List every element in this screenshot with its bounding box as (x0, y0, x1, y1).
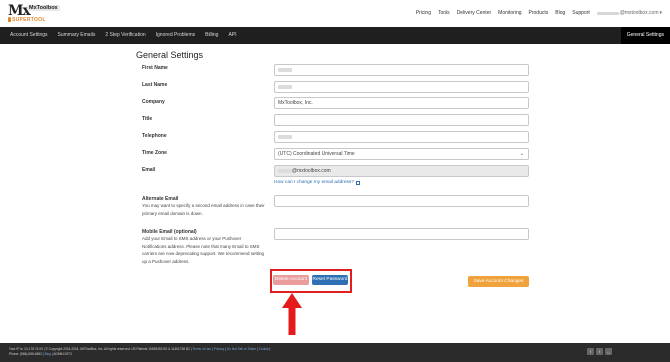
footer-admin: | ADMIN 0973 (51, 352, 72, 356)
footer-line-1: Your IP is: 24.175.74.00 | © Copyright 2… (9, 347, 271, 351)
footer-phone: Phone: (866)-698-6652 | (9, 352, 44, 356)
tab-api[interactable]: API (223, 27, 241, 44)
mobile-email-description: Add your Email to SMS address or your Pu… (142, 236, 264, 264)
last-name-label: Last Name (142, 82, 168, 88)
change-email-link-text: How can I change my email address? (274, 180, 354, 185)
nav-support[interactable]: Support (572, 10, 590, 16)
change-email-link[interactable]: How can I change my email address? (274, 180, 360, 185)
time-zone-label: Time Zone (142, 150, 167, 156)
alternate-email-field[interactable] (274, 195, 529, 207)
time-zone-select[interactable]: (UTC) Coordinated Universal Time ⌄ (274, 148, 529, 160)
footer-copyright: Your IP is: 24.175.74.00 | © Copyright 2… (9, 347, 192, 351)
mobile-email-field[interactable] (274, 228, 529, 240)
social-links: t f ◡ (587, 348, 612, 355)
email-label: Email (142, 167, 156, 173)
tab-billing[interactable]: Billing (200, 27, 223, 44)
user-menu[interactable]: @mxtoolbox.com ▾ (596, 10, 662, 16)
email-suffix: @mxtoolbox.com (292, 168, 331, 174)
footer-link-privacy[interactable]: Privacy (214, 347, 224, 351)
redacted-value (278, 67, 292, 72)
chevron-down-icon: ⌄ (519, 151, 524, 157)
external-link-icon (356, 180, 360, 185)
red-up-arrow-icon (282, 293, 302, 335)
reset-password-button[interactable]: Reset Password (312, 275, 348, 285)
user-email-suffix: @mxtoolbox.com (619, 10, 659, 16)
redacted-value (278, 134, 292, 139)
twitter-icon[interactable]: t (587, 348, 594, 355)
title-label: Title (142, 116, 153, 122)
first-name-field[interactable] (274, 64, 529, 76)
footer-link-blog[interactable]: Blog (45, 352, 51, 356)
footer: Your IP is: 24.175.74.00 | © Copyright 2… (0, 343, 670, 362)
company-label: Company (142, 99, 165, 105)
nav-pricing[interactable]: Pricing (416, 10, 431, 16)
footer-link-cookie[interactable]: Cookie (259, 347, 269, 351)
email-field: @mxtoolbox.com (274, 165, 529, 177)
nav-monitoring[interactable]: Monitoring (498, 10, 521, 16)
account-nav: Account Settings Summary Emails 2 Step V… (0, 27, 670, 44)
redacted-username (596, 11, 619, 15)
redacted-value (278, 84, 292, 89)
page-title: General Settings (136, 50, 204, 60)
redacted-value (278, 168, 292, 173)
tab-ignored-problems[interactable]: Ignored Problems (151, 27, 200, 44)
save-account-changes-button[interactable]: Save Account Changes (468, 276, 529, 287)
footer-link-do-not-sell[interactable]: Do Not Sell or Share (227, 347, 256, 351)
tab-2-step-verification[interactable]: 2 Step Verification (100, 27, 150, 44)
first-name-label: First Name (142, 65, 168, 71)
tab-account-settings[interactable]: Account Settings (0, 27, 53, 44)
tab-summary-emails[interactable]: Summary Emails (53, 27, 101, 44)
flame-icon (8, 17, 11, 22)
facebook-icon[interactable]: f (596, 348, 603, 355)
time-zone-value: (UTC) Coordinated Universal Time (278, 151, 355, 157)
nav-products[interactable]: Products (529, 10, 549, 16)
logo-wordmark: MxToolbox (27, 5, 60, 11)
footer-line-2: Phone: (866)-698-6652 | Blog | ADMIN 097… (9, 352, 72, 356)
telephone-field[interactable] (274, 131, 529, 143)
nav-blog[interactable]: Blog (555, 10, 565, 16)
last-name-field[interactable] (274, 81, 529, 93)
telephone-label: Telephone (142, 133, 167, 139)
tab-general-settings[interactable]: General Settings (620, 27, 670, 44)
alternate-email-description: You may want to specify a second email a… (142, 203, 265, 216)
rss-icon[interactable]: ◡ (605, 348, 612, 355)
mxtoolbox-logo[interactable]: Mx MxToolbox SUPERTOOL (8, 3, 70, 23)
logo-supertool: SUPERTOOL (12, 17, 46, 23)
company-field[interactable]: MxToolbox, Inc. (274, 97, 529, 109)
delete-account-button[interactable]: Delete Account (273, 275, 309, 285)
chevron-down-icon: ▾ (659, 10, 662, 16)
footer-link-terms[interactable]: Terms of Use (192, 347, 211, 351)
top-header: Mx MxToolbox SUPERTOOL Pricing Tools Del… (0, 0, 670, 27)
nav-delivery-center[interactable]: Delivery Center (457, 10, 491, 16)
title-field[interactable] (274, 114, 529, 126)
top-nav: Pricing Tools Delivery Center Monitoring… (416, 10, 662, 16)
nav-tools[interactable]: Tools (438, 10, 450, 16)
